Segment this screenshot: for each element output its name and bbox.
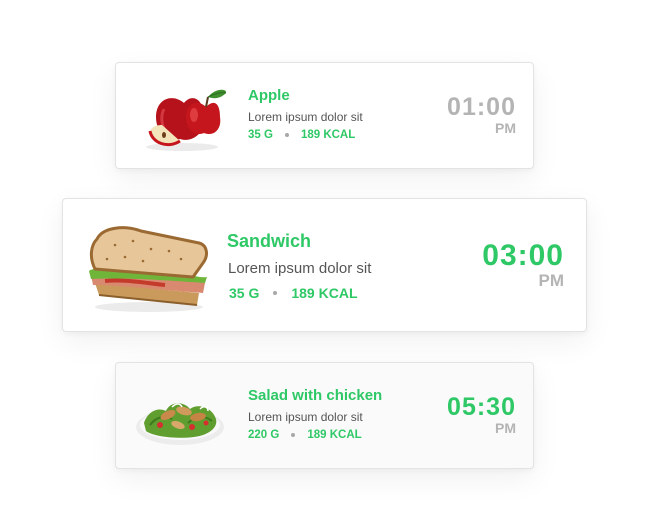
apple-icon <box>134 81 227 153</box>
meal-calories: 189 KCAL <box>307 429 362 441</box>
separator-dot <box>273 291 278 295</box>
meal-nutrition: 35 G 189 KCAL <box>229 285 358 301</box>
separator-dot <box>284 133 289 137</box>
meal-description: Lorem ipsum dolor sit <box>228 260 372 277</box>
meal-calories: 189 KCAL <box>300 129 356 141</box>
meal-time: 05:30 PM <box>447 393 516 436</box>
meal-description: Lorem ipsum dolor sit <box>248 110 363 124</box>
meal-name: Salad with chicken <box>248 387 383 404</box>
meal-card-salad[interactable]: Salad with chicken Lorem ipsum dolor sit… <box>115 362 534 469</box>
sandwich-icon <box>85 221 211 313</box>
meal-time-value: 03:00 <box>482 239 564 272</box>
meal-calories: 189 KCAL <box>291 285 358 301</box>
meal-card-sandwich[interactable]: Sandwich Lorem ipsum dolor sit 35 G 189 … <box>62 198 587 332</box>
meal-name: Sandwich <box>227 231 312 251</box>
meal-time: 01:00 PM <box>447 93 516 136</box>
meal-time-period: PM <box>538 271 565 290</box>
meal-time-value: 01:00 <box>447 93 516 121</box>
meal-weight: 35 G <box>248 129 273 141</box>
meal-weight: 220 G <box>248 429 280 441</box>
meal-schedule: Apple Lorem ipsum dolor sit 35 G 189 KCA… <box>0 0 650 525</box>
meal-card-apple[interactable]: Apple Lorem ipsum dolor sit 35 G 189 KCA… <box>115 62 534 169</box>
meal-time-period: PM <box>495 120 516 136</box>
meal-nutrition: 35 G 189 KCAL <box>248 129 355 141</box>
separator-dot <box>291 433 296 437</box>
meal-time-value: 05:30 <box>447 393 516 421</box>
meal-weight: 35 G <box>229 285 260 301</box>
salad-icon <box>134 381 226 453</box>
meal-time: 03:00 PM <box>482 239 565 290</box>
meal-description: Lorem ipsum dolor sit <box>248 410 363 424</box>
meal-name: Apple <box>248 87 290 104</box>
meal-time-period: PM <box>495 420 516 436</box>
meal-nutrition: 220 G 189 KCAL <box>248 429 362 441</box>
